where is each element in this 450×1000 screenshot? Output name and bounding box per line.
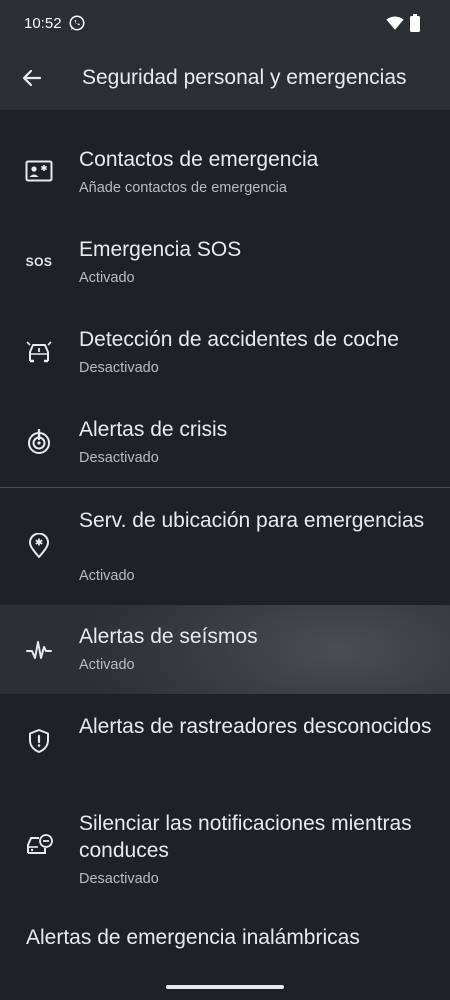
item-title: Contactos de emergencia bbox=[79, 148, 319, 171]
item-title: Alertas de emergencia inalámbricas bbox=[26, 926, 360, 949]
gesture-nav-handle[interactable] bbox=[166, 985, 284, 989]
settings-item-emergency-contacts[interactable]: Contactos de emergencia Añade contactos … bbox=[0, 128, 450, 218]
settings-item-wireless-emergency-alerts[interactable]: Alertas de emergencia inalámbricas bbox=[0, 922, 450, 962]
battery-icon bbox=[410, 14, 420, 32]
settings-item-emergency-location[interactable]: Serv. de ubicación para emergencias Acti… bbox=[0, 488, 450, 605]
earthquake-icon bbox=[25, 636, 53, 664]
item-title: Detección de accidentes de coche bbox=[79, 328, 399, 351]
app-bar: Seguridad personal y emergencias bbox=[0, 48, 450, 110]
back-button[interactable] bbox=[12, 58, 52, 98]
item-summary: Desactivado bbox=[79, 360, 159, 376]
sos-icon-text: SOS bbox=[25, 255, 53, 269]
item-title: Silenciar las notificaciones mientras co… bbox=[79, 812, 412, 862]
settings-item-car-crash-detection[interactable]: Detección de accidentes de coche Desacti… bbox=[0, 308, 450, 398]
sos-icon: SOS bbox=[25, 248, 53, 276]
shield-alert-icon bbox=[25, 727, 53, 755]
item-title: Alertas de seísmos bbox=[79, 625, 258, 648]
contact-card-icon bbox=[25, 157, 53, 185]
status-bar: 10:52 bbox=[0, 0, 450, 48]
item-summary: Añade contactos de emergencia bbox=[79, 180, 287, 196]
item-title: Alertas de crisis bbox=[79, 418, 228, 441]
wifi-icon bbox=[386, 16, 404, 30]
settings-item-earthquake-alerts[interactable]: Alertas de seísmos Activado bbox=[0, 605, 450, 694]
page-title: Seguridad personal y emergencias bbox=[82, 66, 407, 89]
car-crash-icon bbox=[25, 338, 53, 366]
item-summary: Desactivado bbox=[79, 450, 159, 466]
status-time: 10:52 bbox=[24, 15, 62, 32]
item-summary: Activado bbox=[79, 568, 135, 584]
arrow-back-icon bbox=[22, 69, 42, 87]
crisis-alert-icon bbox=[25, 428, 53, 456]
item-title: Alertas de rastreadores desconocidos bbox=[79, 715, 432, 738]
settings-item-unknown-tracker-alerts[interactable]: Alertas de rastreadores desconocidos bbox=[0, 694, 450, 784]
item-title: Emergencia SOS bbox=[79, 238, 242, 261]
settings-item-emergency-sos[interactable]: SOS Emergencia SOS Activado bbox=[0, 218, 450, 308]
driving-mode-icon bbox=[25, 831, 53, 859]
settings-item-crisis-alerts[interactable]: Alertas de crisis Desactivado bbox=[0, 398, 450, 487]
item-summary: Activado bbox=[79, 270, 135, 286]
item-summary: Desactivado bbox=[79, 871, 159, 887]
settings-item-driving-mode[interactable]: Silenciar las notificaciones mientras co… bbox=[0, 784, 450, 904]
emergency-location-icon bbox=[25, 532, 53, 560]
item-summary: Activado bbox=[79, 657, 135, 673]
whatsapp-icon bbox=[69, 15, 85, 31]
item-title: Serv. de ubicación para emergencias bbox=[79, 509, 425, 532]
